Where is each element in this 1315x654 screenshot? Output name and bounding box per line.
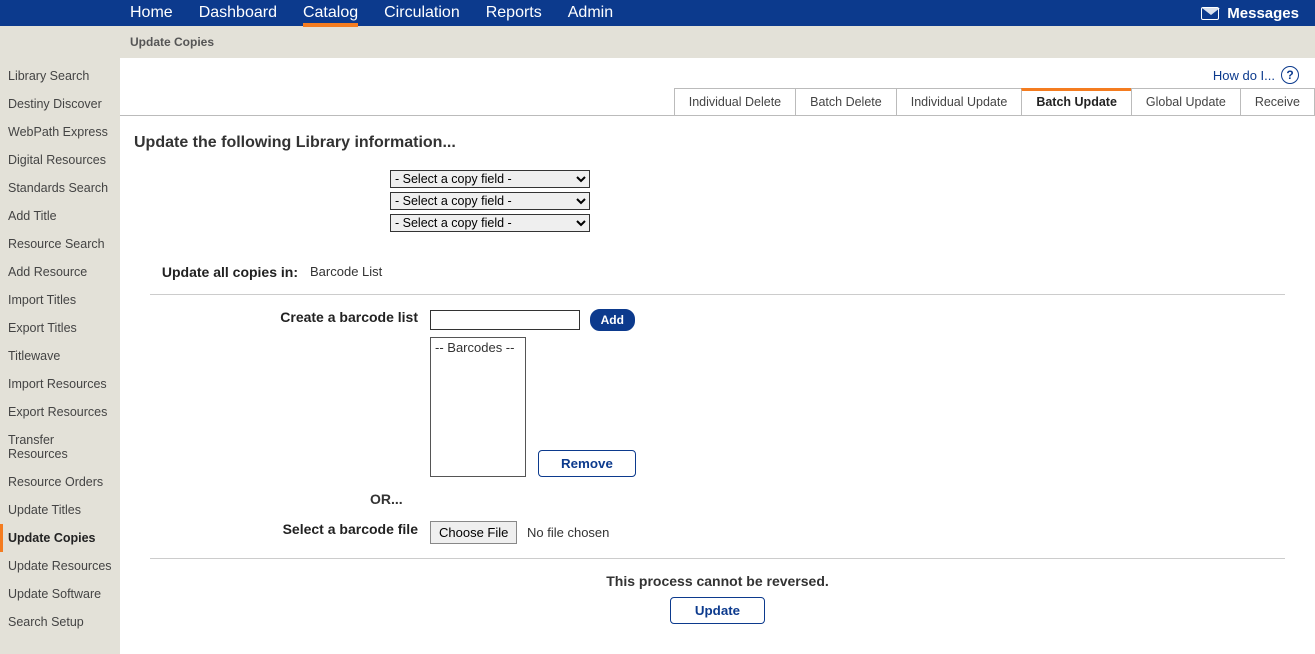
update-all-value: Barcode List — [310, 264, 382, 279]
sidebar-item-update-titles[interactable]: Update Titles — [0, 496, 120, 524]
sidebar-item-transfer-resources[interactable]: Transfer Resources — [0, 426, 120, 468]
sidebar-item-resource-orders[interactable]: Resource Orders — [0, 468, 120, 496]
tab-individual-delete[interactable]: Individual Delete — [674, 88, 796, 115]
add-button[interactable]: Add — [590, 309, 635, 331]
sidebar-item-add-resource[interactable]: Add Resource — [0, 258, 120, 286]
page-subhead: Update Copies — [0, 26, 1315, 58]
topnav-catalog[interactable]: Catalog — [303, 0, 358, 26]
sidebar-item-resource-search[interactable]: Resource Search — [0, 230, 120, 258]
content-area: How do I... ? Individual Delete Batch De… — [120, 58, 1315, 654]
update-all-label: Update all copies in: — [150, 264, 310, 280]
tab-individual-update[interactable]: Individual Update — [896, 88, 1023, 115]
barcode-input[interactable] — [430, 310, 580, 330]
barcode-listbox-placeholder: -- Barcodes -- — [435, 340, 521, 355]
sidebar-item-update-copies[interactable]: Update Copies — [0, 524, 120, 552]
sidebar-item-digital-resources[interactable]: Digital Resources — [0, 146, 120, 174]
sidebar-item-export-titles[interactable]: Export Titles — [0, 314, 120, 342]
page-heading: Update the following Library information… — [120, 116, 1315, 170]
sidebar-item-webpath-express[interactable]: WebPath Express — [0, 118, 120, 146]
topnav-reports[interactable]: Reports — [486, 0, 542, 26]
select-file-label: Select a barcode file — [150, 521, 430, 537]
tab-batch-delete[interactable]: Batch Delete — [795, 88, 897, 115]
sidebar-item-add-title[interactable]: Add Title — [0, 202, 120, 230]
sidebar-item-library-search[interactable]: Library Search — [0, 62, 120, 90]
messages-label: Messages — [1227, 5, 1299, 22]
section-divider-2 — [150, 558, 1285, 559]
topnav-dashboard[interactable]: Dashboard — [199, 0, 277, 26]
warning-text: This process cannot be reversed. — [120, 573, 1315, 589]
copy-field-select-2[interactable]: - Select a copy field - — [390, 192, 590, 210]
copy-field-select-3[interactable]: - Select a copy field - — [390, 214, 590, 232]
sidebar-item-update-resources[interactable]: Update Resources — [0, 552, 120, 580]
page-tabs: Individual Delete Batch Delete Individua… — [120, 88, 1315, 116]
page-subhead-title: Update Copies — [130, 35, 214, 49]
messages-link[interactable]: Messages — [1201, 5, 1299, 22]
topnav-admin[interactable]: Admin — [568, 0, 613, 26]
create-barcode-label: Create a barcode list — [150, 309, 430, 325]
or-label: OR... — [370, 491, 1285, 507]
tab-global-update[interactable]: Global Update — [1131, 88, 1241, 115]
topnav-home[interactable]: Home — [130, 0, 173, 26]
section-divider-1 — [150, 294, 1285, 295]
update-button[interactable]: Update — [670, 597, 765, 624]
remove-button[interactable]: Remove — [538, 450, 636, 477]
help-icon[interactable]: ? — [1281, 66, 1299, 84]
sidebar-item-search-setup[interactable]: Search Setup — [0, 608, 120, 636]
copy-field-select-1[interactable]: - Select a copy field - — [390, 170, 590, 188]
sidebar-item-import-resources[interactable]: Import Resources — [0, 370, 120, 398]
top-nav: Home Dashboard Catalog Circulation Repor… — [130, 0, 613, 26]
sidebar-item-export-resources[interactable]: Export Resources — [0, 398, 120, 426]
sidebar-item-titlewave[interactable]: Titlewave — [0, 342, 120, 370]
mail-icon — [1201, 7, 1219, 20]
sidebar-item-update-software[interactable]: Update Software — [0, 580, 120, 608]
top-bar: Home Dashboard Catalog Circulation Repor… — [0, 0, 1315, 26]
topnav-circulation[interactable]: Circulation — [384, 0, 460, 26]
tab-receive[interactable]: Receive — [1240, 88, 1315, 115]
sidebar: Library Search Destiny Discover WebPath … — [0, 58, 120, 654]
sidebar-item-import-titles[interactable]: Import Titles — [0, 286, 120, 314]
sidebar-item-destiny-discover[interactable]: Destiny Discover — [0, 90, 120, 118]
sidebar-item-standards-search[interactable]: Standards Search — [0, 174, 120, 202]
tab-batch-update[interactable]: Batch Update — [1021, 88, 1132, 115]
file-chosen-text: No file chosen — [527, 525, 609, 540]
how-do-i-link[interactable]: How do I... — [1213, 68, 1275, 83]
choose-file-button[interactable]: Choose File — [430, 521, 517, 544]
barcode-listbox[interactable]: -- Barcodes -- — [430, 337, 526, 477]
